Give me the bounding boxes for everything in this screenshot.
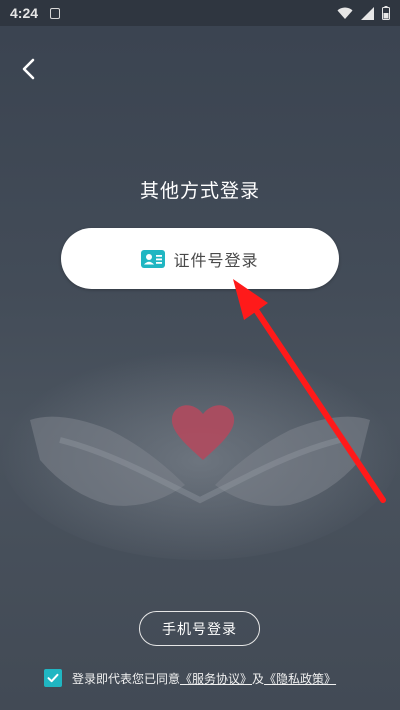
agreement-prefix: 登录即代表您已同意	[72, 671, 181, 686]
check-icon	[47, 673, 59, 683]
wifi-icon	[337, 7, 353, 19]
signal-icon	[361, 6, 374, 20]
agreement-row: 登录即代表您已同意《服务协议》及《隐私政策》	[44, 668, 336, 688]
page-title: 其他方式登录	[139, 180, 260, 202]
back-button[interactable]	[14, 54, 44, 84]
notification-icon	[50, 7, 61, 19]
agreement-joiner: 及	[252, 671, 265, 686]
status-time: 4:24	[10, 5, 39, 21]
hands-heart-illustration	[0, 340, 400, 560]
status-bar: 4:24	[0, 0, 400, 26]
id-card-icon	[141, 249, 166, 268]
status-icons	[337, 6, 390, 20]
privacy-policy-link[interactable]: 《隐私政策》	[264, 672, 336, 686]
service-agreement-link[interactable]: 《服务协议》	[180, 672, 252, 686]
agreement-text: 登录即代表您已同意《服务协议》及《隐私政策》	[72, 670, 336, 687]
phone-login-button[interactable]: 手机号登录	[139, 611, 260, 646]
id-login-button[interactable]: 证件号登录	[61, 228, 339, 289]
id-login-label: 证件号登录	[173, 250, 259, 270]
agreement-checkbox[interactable]	[44, 669, 62, 687]
battery-icon	[382, 6, 390, 20]
chevron-left-icon	[22, 58, 35, 80]
